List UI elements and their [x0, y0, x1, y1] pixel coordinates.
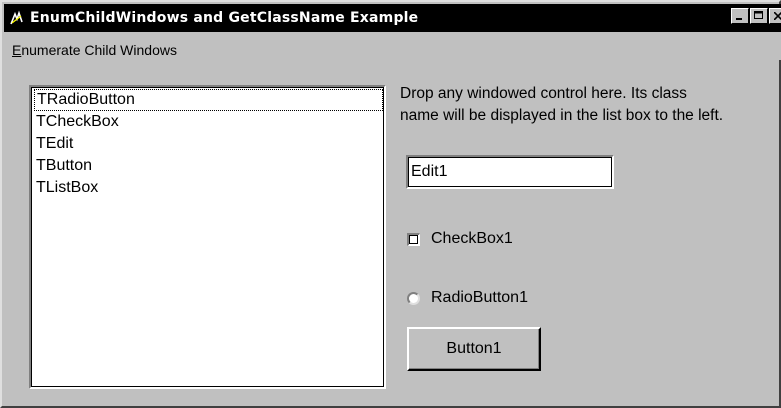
button1[interactable]: Button1 [407, 327, 541, 371]
radio-label: RadioButton1 [431, 289, 528, 306]
list-item[interactable]: TEdit [34, 133, 73, 155]
instructions-label: Drop any windowed control here. Its clas… [400, 83, 781, 127]
maximize-icon [754, 7, 764, 25]
list-item[interactable]: TListBox [34, 177, 98, 199]
menu-accelerator-key: E [12, 42, 22, 58]
checkbox-box[interactable] [407, 232, 420, 246]
app-icon[interactable] [9, 10, 25, 26]
maximize-button[interactable] [750, 8, 768, 24]
window-title: EnumChildWindows and GetClassName Exampl… [30, 10, 419, 26]
instructions-line-1: Drop any windowed control here. Its clas… [400, 85, 687, 102]
title-bar[interactable]: EnumChildWindows and GetClassName Exampl… [4, 4, 781, 32]
list-item[interactable]: TRadioButton [34, 89, 383, 111]
close-button[interactable] [769, 8, 781, 24]
menu-enumerate-child-windows[interactable]: Enumerate Child Windows [12, 42, 177, 58]
list-item[interactable]: TButton [34, 155, 92, 177]
close-icon [773, 7, 781, 25]
menu-bar: Enumerate Child Windows [4, 32, 781, 60]
main-window: EnumChildWindows and GetClassName Exampl… [0, 0, 781, 408]
instructions-line-2: name will be displayed in the list box t… [400, 107, 724, 124]
caption-buttons [730, 8, 781, 24]
menu-item-label: numerate Child Windows [21, 42, 177, 58]
edit-field[interactable]: Edit1 [406, 155, 614, 189]
minimize-icon [736, 7, 744, 25]
checkbox-label: CheckBox1 [431, 230, 513, 247]
radio-control[interactable]: RadioButton1 [407, 289, 528, 307]
radio-circle[interactable] [407, 291, 420, 305]
checkbox-control[interactable]: CheckBox1 [407, 230, 513, 248]
minimize-button[interactable] [731, 8, 749, 24]
class-name-listbox[interactable]: TRadioButton TCheckBox TEdit TButton TLi… [29, 85, 386, 389]
list-item[interactable]: TCheckBox [34, 111, 119, 133]
